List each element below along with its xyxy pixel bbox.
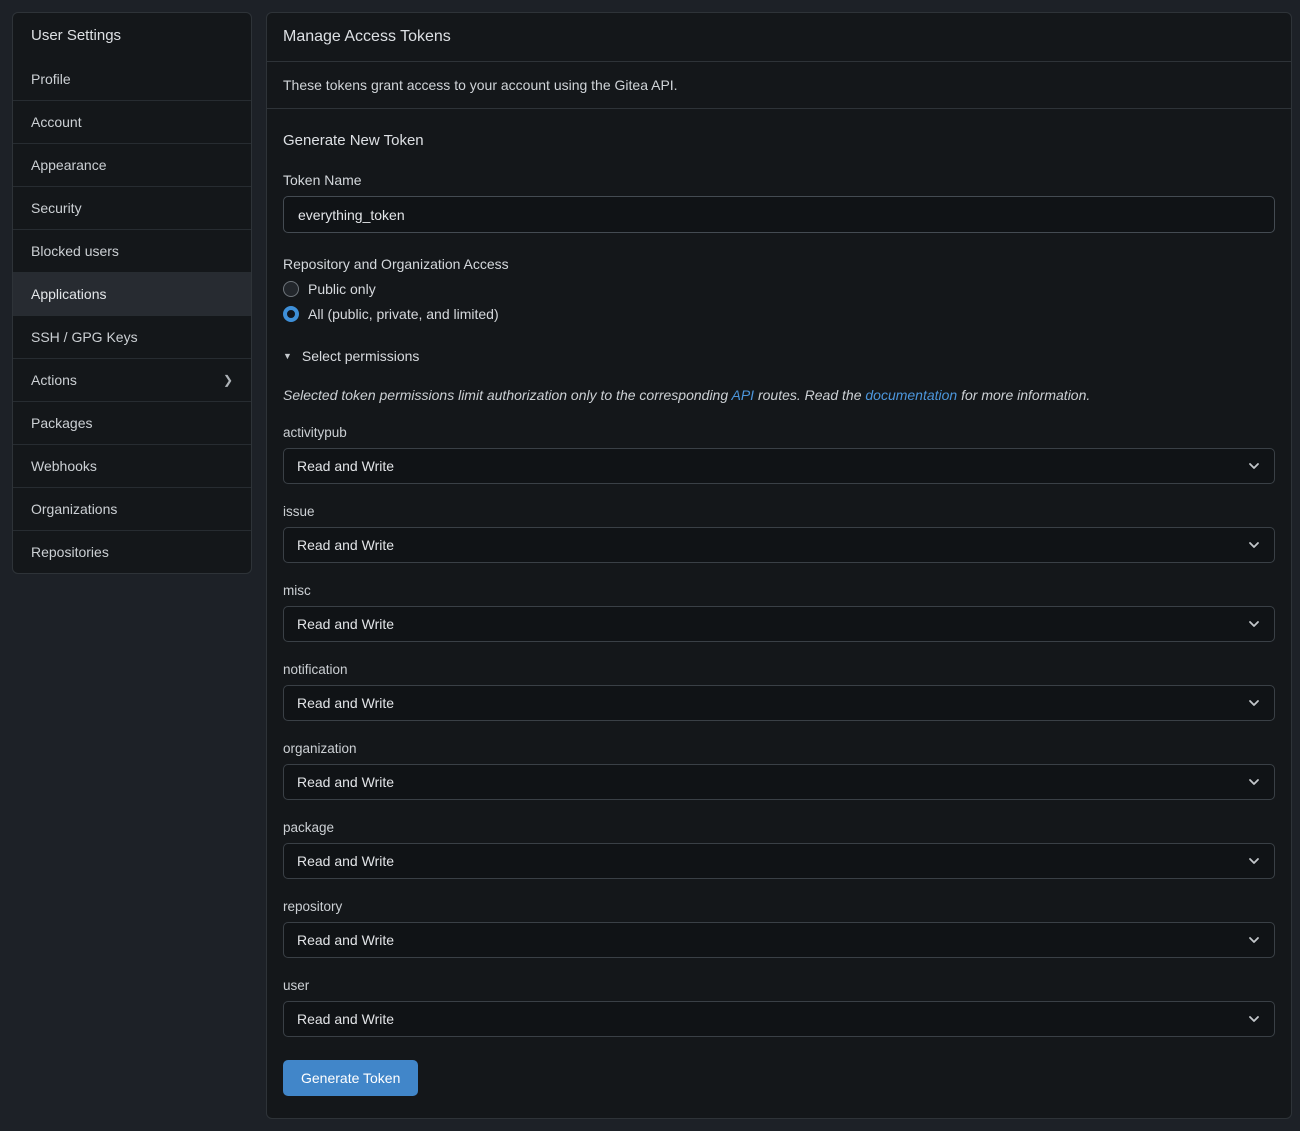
radio-option-label: Public only: [308, 281, 376, 297]
permission-row: user Read and Write: [283, 978, 1275, 1037]
permission-row: issue Read and Write: [283, 504, 1275, 563]
settings-sidebar: User Settings Profile ❯ Account ❯ Appear…: [12, 12, 252, 574]
sidebar-item-label: Profile: [31, 71, 71, 87]
permission-select-issue[interactable]: Read and Write: [283, 527, 1275, 563]
access-radio-group: Public only All (public, private, and li…: [283, 281, 1275, 322]
generate-token-button[interactable]: Generate Token: [283, 1060, 418, 1096]
chevron-down-icon: [1247, 459, 1261, 473]
permission-select-value: Read and Write: [297, 695, 394, 711]
permission-selects: activitypub Read and Write issue Read an…: [283, 425, 1275, 1037]
panel-title: Manage Access Tokens: [267, 13, 1291, 62]
permission-category-label: user: [283, 978, 1275, 993]
permission-select-repository[interactable]: Read and Write: [283, 922, 1275, 958]
chevron-down-icon: [1247, 696, 1261, 710]
permission-select-value: Read and Write: [297, 774, 394, 790]
sidebar-item-label: Packages: [31, 415, 92, 431]
token-name-label: Token Name: [283, 172, 1275, 188]
permission-select-value: Read and Write: [297, 853, 394, 869]
permission-select-value: Read and Write: [297, 1011, 394, 1027]
sidebar-item-organizations[interactable]: Organizations ❯: [13, 487, 251, 530]
sidebar-item-label: Security: [31, 200, 82, 216]
sidebar-item-appearance[interactable]: Appearance ❯: [13, 143, 251, 186]
generate-new-token-heading: Generate New Token: [283, 132, 1275, 149]
api-link[interactable]: API: [732, 387, 755, 403]
sidebar-item-label: Repositories: [31, 544, 109, 560]
permission-select-value: Read and Write: [297, 932, 394, 948]
chevron-down-icon: [1247, 538, 1261, 552]
permission-category-label: repository: [283, 899, 1275, 914]
chevron-right-icon: ❯: [223, 373, 233, 387]
caret-down-icon: ▼: [283, 351, 292, 361]
sidebar-item-label: Applications: [31, 286, 107, 302]
sidebar-item-label: Appearance: [31, 157, 107, 173]
permissions-note: Selected token permissions limit authori…: [283, 387, 1275, 403]
permission-row: misc Read and Write: [283, 583, 1275, 642]
repo-org-access-label: Repository and Organization Access: [283, 256, 1275, 272]
permission-select-value: Read and Write: [297, 537, 394, 553]
permission-category-label: issue: [283, 504, 1275, 519]
chevron-down-icon: [1247, 854, 1261, 868]
permission-select-organization[interactable]: Read and Write: [283, 764, 1275, 800]
permission-category-label: notification: [283, 662, 1275, 677]
access-radio-all-public-private-and-limited[interactable]: All (public, private, and limited): [283, 306, 1275, 322]
sidebar-nav: Profile ❯ Account ❯ Appearance ❯ Securit…: [13, 58, 251, 573]
sidebar-item-label: Organizations: [31, 501, 117, 517]
chevron-down-icon: [1247, 617, 1261, 631]
sidebar-item-label: Actions: [31, 372, 77, 388]
radio-icon[interactable]: [283, 306, 299, 322]
chevron-down-icon: [1247, 1012, 1261, 1026]
sidebar-item-applications[interactable]: Applications ❯: [13, 272, 251, 315]
chevron-down-icon: [1247, 933, 1261, 947]
sidebar-item-label: Webhooks: [31, 458, 97, 474]
permission-select-value: Read and Write: [297, 458, 394, 474]
documentation-link[interactable]: documentation: [865, 387, 957, 403]
permission-select-value: Read and Write: [297, 616, 394, 632]
permission-select-misc[interactable]: Read and Write: [283, 606, 1275, 642]
radio-option-label: All (public, private, and limited): [308, 306, 499, 322]
manage-tokens-panel: Manage Access Tokens These tokens grant …: [266, 12, 1292, 1119]
access-radio-public-only[interactable]: Public only: [283, 281, 1275, 297]
select-permissions-label: Select permissions: [302, 348, 420, 364]
radio-icon[interactable]: [283, 281, 299, 297]
permission-select-package[interactable]: Read and Write: [283, 843, 1275, 879]
permission-select-notification[interactable]: Read and Write: [283, 685, 1275, 721]
sidebar-item-repositories[interactable]: Repositories ❯: [13, 530, 251, 573]
sidebar-item-ssh-gpg-keys[interactable]: SSH / GPG Keys ❯: [13, 315, 251, 358]
permission-category-label: activitypub: [283, 425, 1275, 440]
page-layout: User Settings Profile ❯ Account ❯ Appear…: [0, 0, 1300, 1131]
generate-token-form: Generate New Token Token Name Repository…: [267, 109, 1291, 1118]
permission-row: package Read and Write: [283, 820, 1275, 879]
sidebar-item-profile[interactable]: Profile ❯: [13, 58, 251, 100]
chevron-down-icon: [1247, 775, 1261, 789]
sidebar-item-security[interactable]: Security ❯: [13, 186, 251, 229]
permission-category-label: organization: [283, 741, 1275, 756]
note-text: for more information.: [957, 387, 1090, 403]
permission-select-user[interactable]: Read and Write: [283, 1001, 1275, 1037]
permission-category-label: misc: [283, 583, 1275, 598]
select-permissions-toggle[interactable]: ▼ Select permissions: [283, 348, 1275, 364]
sidebar-item-blocked-users[interactable]: Blocked users ❯: [13, 229, 251, 272]
permission-row: organization Read and Write: [283, 741, 1275, 800]
sidebar-item-account[interactable]: Account ❯: [13, 100, 251, 143]
sidebar-item-packages[interactable]: Packages ❯: [13, 401, 251, 444]
sidebar-item-label: Blocked users: [31, 243, 119, 259]
panel-description: These tokens grant access to your accoun…: [267, 62, 1291, 109]
sidebar-item-label: SSH / GPG Keys: [31, 329, 138, 345]
note-text: routes. Read the: [754, 387, 865, 403]
sidebar-item-label: Account: [31, 114, 82, 130]
permission-category-label: package: [283, 820, 1275, 835]
note-text: Selected token permissions limit authori…: [283, 387, 732, 403]
permission-select-activitypub[interactable]: Read and Write: [283, 448, 1275, 484]
sidebar-item-webhooks[interactable]: Webhooks ❯: [13, 444, 251, 487]
permission-row: repository Read and Write: [283, 899, 1275, 958]
sidebar-item-actions[interactable]: Actions ❯: [13, 358, 251, 401]
permission-row: notification Read and Write: [283, 662, 1275, 721]
sidebar-title: User Settings: [13, 13, 251, 58]
permission-row: activitypub Read and Write: [283, 425, 1275, 484]
token-name-input[interactable]: [283, 196, 1275, 233]
